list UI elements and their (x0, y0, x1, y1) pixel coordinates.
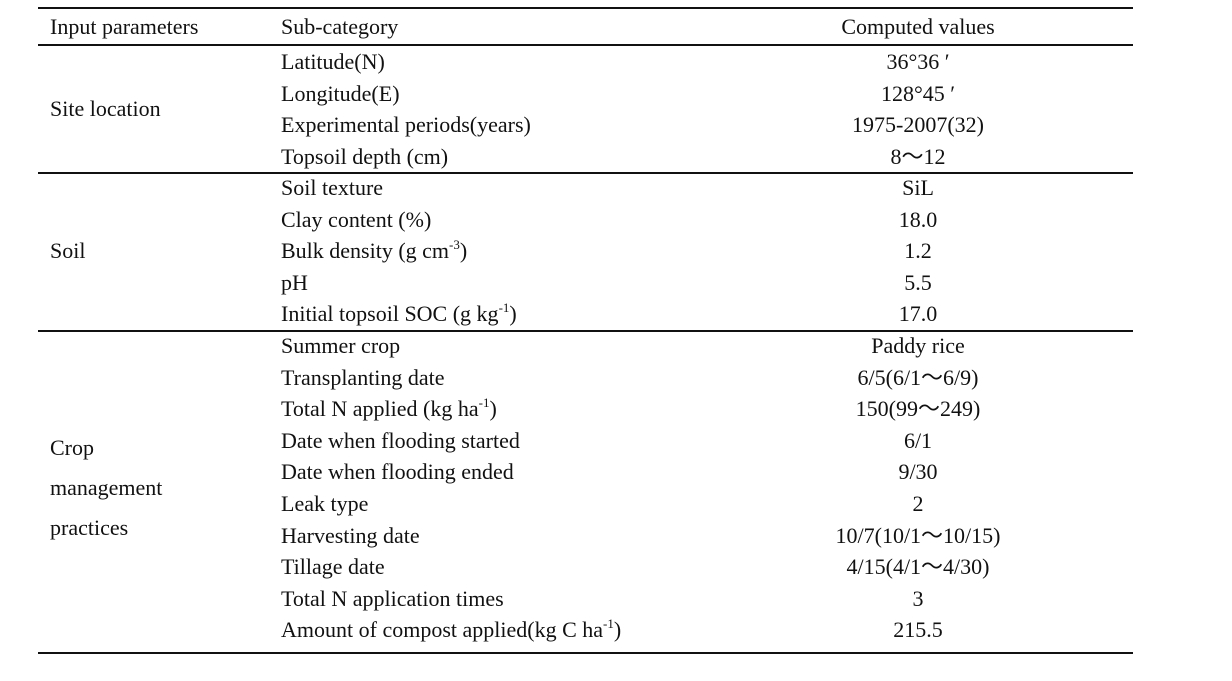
sub-category-cell: Amount of compost applied(kg C ha-1) (281, 614, 621, 646)
table-row: Clay content (%) 18.0 (38, 204, 1133, 236)
computed-value-cell: Paddy rice (871, 333, 965, 358)
table-row: Date when flooding ended 9/30 (38, 456, 1133, 488)
table-row: Initial topsoil SOC (g kg-1) 17.0 (38, 298, 1133, 330)
computed-value-cell: 36°36 ′ (886, 49, 950, 74)
sub-category-text: Summer crop (281, 333, 401, 358)
sub-category-cell: Date when flooding ended (281, 456, 514, 488)
sub-category-text: Total N application times (281, 585, 504, 611)
sub-category-cell: Bulk density (g cm-3) (281, 235, 467, 267)
sub-category-text: Clay content (%) (281, 206, 432, 232)
unit-exponent: -1 (498, 300, 510, 316)
table-header: Input parameters Sub-category Computed v… (38, 7, 1133, 44)
sub-category-text: Total N applied (kg ha (281, 396, 479, 422)
table-row: Transplanting date 6/5(6/1～6/9) (38, 362, 1133, 394)
table-row: Experimental periods(years) 1975-2007(32) (38, 109, 1133, 141)
computed-value-cell: 6/5(6/1～6/9) (857, 364, 979, 390)
computed-value-cell: 9/30 (898, 459, 938, 485)
sub-category-text: Amount of compost applied(kg C ha (281, 617, 604, 643)
sub-category-text: Bulk density (g cm (281, 238, 450, 264)
sub-category-text: Topsoil depth (cm) (281, 143, 449, 169)
sub-category-cell: Latitude(N) (281, 46, 385, 78)
unit-exponent: -1 (478, 395, 490, 411)
sub-category-cell: pH (281, 267, 308, 299)
sub-category-text: Initial topsoil SOC (g kg (281, 301, 499, 327)
computed-value-cell: 18.0 (898, 206, 938, 232)
sub-category-cell: Total N applied (kg ha-1) (281, 393, 497, 425)
table-group: Soil Soil texture SiL Clay content (%) 18.0 B… (38, 172, 1133, 330)
table-group: Crop management practices Summer crop Paddy … (38, 330, 1133, 652)
header-sub-category: Sub-category (281, 14, 399, 39)
computed-value-cell: 3 (912, 585, 924, 611)
sub-category-text: Date when flooding ended (281, 459, 514, 485)
sub-category-cell: Topsoil depth (cm) (281, 141, 448, 173)
computed-value-cell: 17.0 (898, 301, 938, 327)
bottom-rule (38, 652, 1133, 654)
computed-value-cell: 128°45 ′ (880, 80, 956, 106)
computed-value-cell: 5.5 (904, 269, 932, 295)
sub-category-cell: Soil texture (281, 172, 383, 204)
computed-value-cell: 150(99～249) (855, 396, 981, 422)
table-row: Longitude(E) 128°45 ′ (38, 78, 1133, 110)
table-row: Harvesting date 10/7(10/1～10/15) (38, 520, 1133, 552)
sub-category-text: Date when flooding started (281, 427, 520, 453)
computed-value-cell: 1.2 (904, 238, 932, 264)
table-row: Summer crop Paddy rice (38, 330, 1133, 362)
computed-value-cell: 2 (912, 491, 924, 516)
unit-exponent: -1 (603, 616, 614, 632)
sub-category-text: pH (281, 269, 308, 295)
sub-category-text: Experimental periods(years) (281, 112, 531, 138)
sub-category-tail: ) (459, 238, 468, 264)
computed-value-cell: 8～12 (890, 143, 946, 169)
table-group: Site location Latitude(N) 36°36 ′ Longitude… (38, 46, 1133, 172)
sub-category-cell: Transplanting date (281, 362, 445, 394)
table-row: Leak type 2 (38, 488, 1133, 520)
table-row: Total N applied (kg ha-1) 150(99～249) (38, 393, 1133, 425)
table-row: pH 5.5 (38, 267, 1133, 299)
sub-category-text: Latitude(N) (281, 49, 385, 74)
header-computed-values: Computed values (841, 14, 995, 39)
sub-category-text: Harvesting date (281, 522, 420, 548)
unit-exponent: -3 (449, 237, 460, 253)
sub-category-cell: Tillage date (281, 551, 385, 583)
sub-category-cell: Longitude(E) (281, 78, 400, 110)
sub-category-cell: Clay content (%) (281, 204, 431, 236)
sub-category-text: Transplanting date (281, 364, 445, 390)
sub-category-text: Leak type (281, 491, 369, 516)
sub-category-cell: Initial topsoil SOC (g kg-1) (281, 298, 517, 330)
sub-category-tail: ) (613, 617, 622, 643)
table-row: Soil texture SiL (38, 172, 1133, 204)
table-row: Topsoil depth (cm) 8～12 (38, 141, 1133, 173)
header-input-parameters: Input parameters (50, 14, 199, 39)
table-row: Latitude(N) 36°36 ′ (38, 46, 1133, 78)
computed-value-cell: 1975-2007(32) (852, 112, 984, 138)
table-row: Total N application times 3 (38, 583, 1133, 615)
sub-category-text: Longitude(E) (281, 80, 400, 106)
sub-category-tail: ) (489, 396, 497, 422)
sub-category-cell: Leak type (281, 488, 368, 520)
sub-category-cell: Summer crop (281, 330, 400, 362)
sub-category-cell: Total N application times (281, 583, 504, 615)
sub-category-cell: Date when flooding started (281, 425, 520, 457)
table-row: Amount of compost applied(kg C ha-1) 215.… (38, 614, 1133, 646)
table-row: Tillage date 4/15(4/1～4/30) (38, 551, 1133, 583)
computed-value-cell: 10/7(10/1～10/15) (835, 522, 1001, 548)
sub-category-text: Tillage date (281, 554, 385, 580)
computed-value-cell: 215.5 (893, 617, 943, 643)
sub-category-cell: Experimental periods(years) (281, 109, 531, 141)
sub-category-cell: Harvesting date (281, 520, 420, 552)
table-row: Bulk density (g cm-3) 1.2 (38, 235, 1133, 267)
computed-value-cell: 4/15(4/1～4/30) (846, 554, 990, 580)
computed-value-cell: SiL (902, 175, 934, 200)
sub-category-tail: ) (509, 301, 517, 327)
sub-category-text: Soil texture (281, 175, 384, 200)
table-row: Date when flooding started 6/1 (38, 425, 1133, 457)
computed-value-cell: 6/1 (903, 427, 933, 453)
